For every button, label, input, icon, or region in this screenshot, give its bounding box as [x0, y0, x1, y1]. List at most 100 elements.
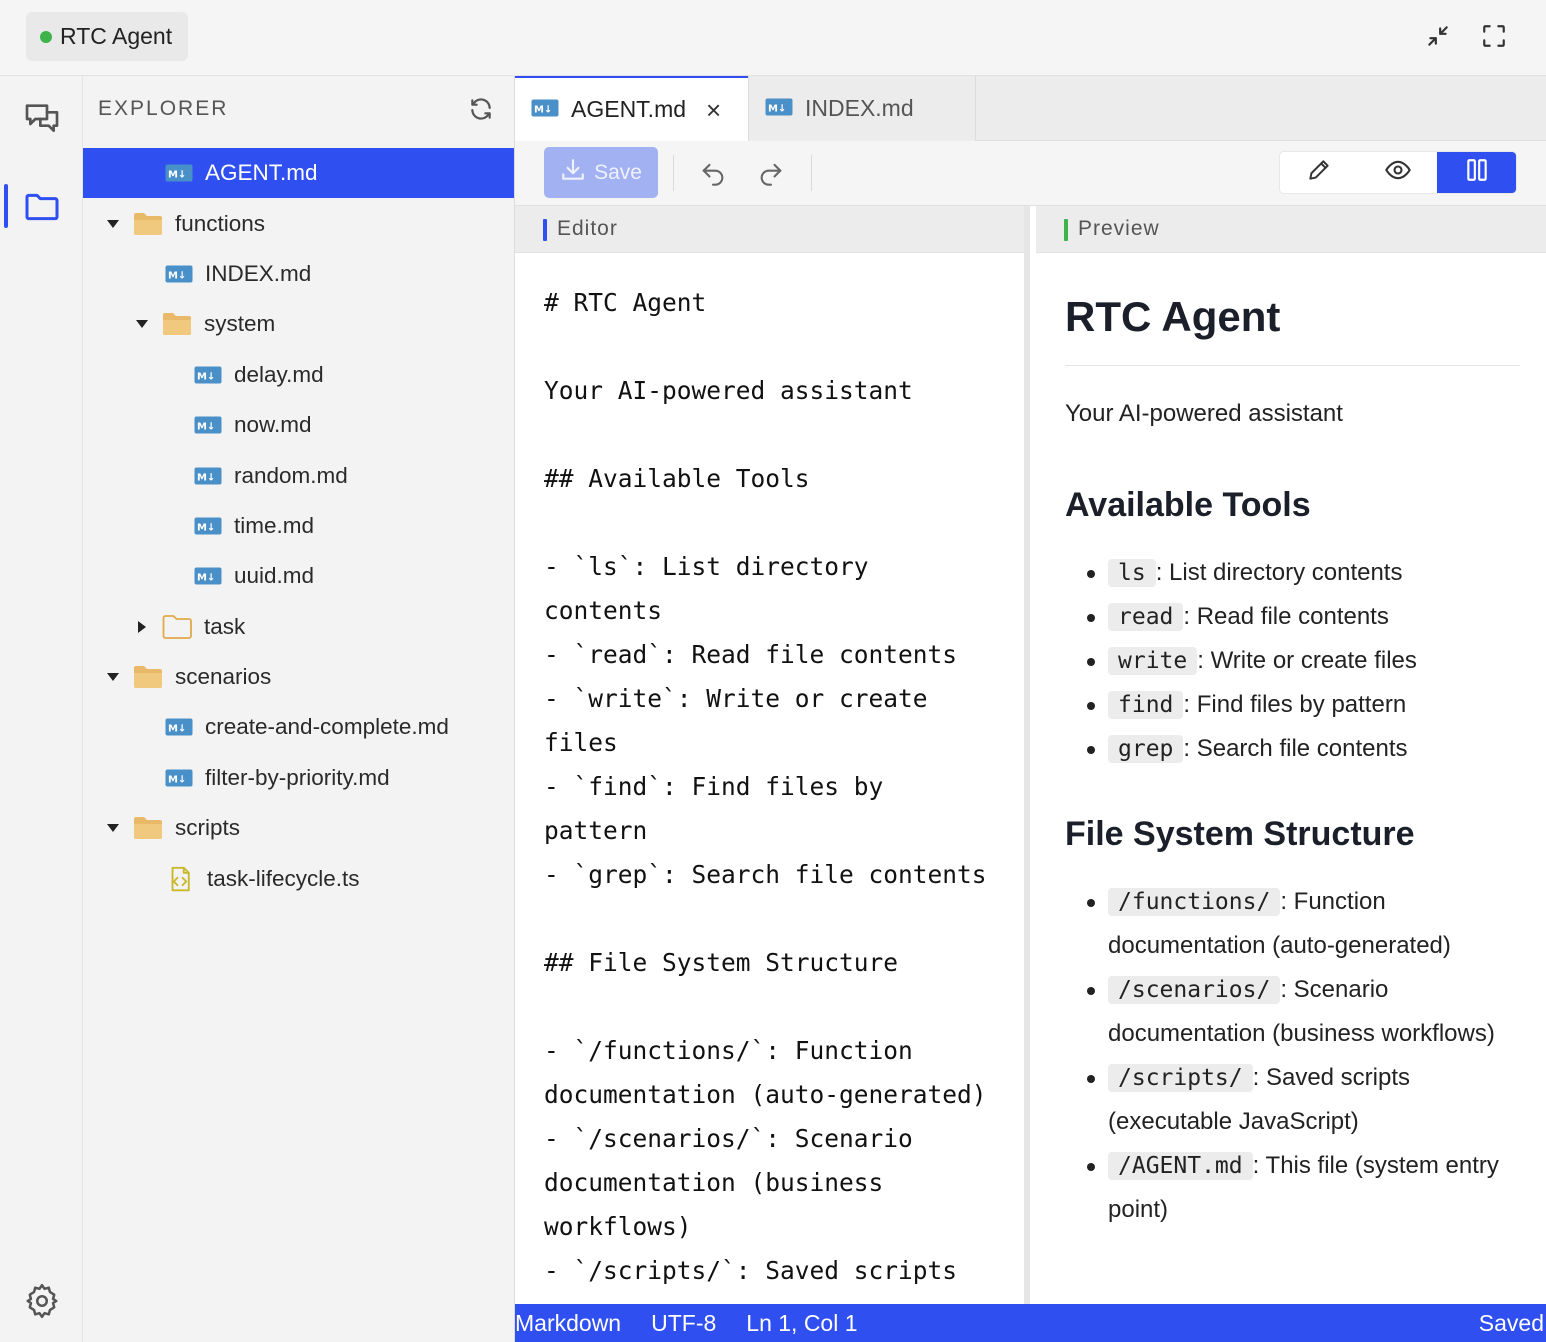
tree-file[interactable]: M↓ uuid.md: [83, 551, 514, 601]
preview-heading-1: RTC Agent: [1065, 293, 1520, 366]
tree-item-label: system: [204, 311, 276, 337]
chevron-down-icon[interactable]: [103, 672, 123, 682]
title-bar: RTC Agent: [0, 0, 1546, 76]
tab-label: AGENT.md: [571, 96, 687, 122]
list-item-text: : List directory contents: [1155, 559, 1403, 586]
redo-icon[interactable]: [751, 153, 791, 193]
chat-icon[interactable]: [0, 84, 83, 154]
split-view-icon: [1464, 157, 1490, 188]
folder-icon[interactable]: [0, 172, 83, 242]
chevron-down-icon[interactable]: [103, 219, 123, 229]
tree-item-label: now.md: [234, 412, 312, 438]
tree-file[interactable]: M↓ AGENT.md: [83, 148, 514, 199]
undo-icon[interactable]: [693, 153, 733, 193]
tree-item-label: scenarios: [175, 664, 272, 690]
inline-code: write: [1108, 647, 1198, 675]
code-editor[interactable]: # RTC Agent Your AI-powered assistant ## A…: [515, 253, 1005, 1293]
tree-item-label: create-and-complete.md: [205, 714, 449, 740]
preview-heading-tools: Available Tools: [1065, 486, 1311, 524]
code-line: - `find`: Find files by: [544, 772, 884, 801]
tree-file[interactable]: M↓ now.md: [83, 400, 514, 450]
code-line: files: [544, 728, 618, 757]
tab-index-md[interactable]: M↓ INDEX.md: [748, 76, 976, 141]
chevron-right-icon[interactable]: [132, 620, 152, 634]
tab-agent-md[interactable]: M↓ AGENT.md ×: [515, 76, 748, 141]
fullscreen-icon[interactable]: [1476, 18, 1512, 54]
typescript-file-icon: [165, 864, 195, 894]
inline-code: grep: [1108, 735, 1184, 763]
svg-text:M↓: M↓: [197, 522, 215, 533]
preview-paragraph: Your AI-powered assistant: [1065, 400, 1343, 427]
tree-file[interactable]: M↓ time.md: [83, 501, 514, 551]
tree-item-label: random.md: [234, 462, 348, 488]
code-line: workflows): [544, 1212, 692, 1241]
tree-folder[interactable]: scripts: [83, 803, 514, 853]
explorer-title: EXPLORER: [98, 97, 229, 120]
status-cursor-position[interactable]: Ln 1, Col 1: [746, 1310, 857, 1337]
list-item-text: : Find files by pattern: [1183, 691, 1407, 718]
code-line: - `grep`: Search file contents: [544, 860, 987, 889]
app-title-pill[interactable]: RTC Agent: [26, 12, 189, 61]
tree-folder[interactable]: system: [83, 299, 514, 349]
tree-item-label: filter-by-priority.md: [205, 764, 390, 790]
inline-code: /AGENT.md: [1108, 1152, 1253, 1180]
inline-code: /scripts/: [1108, 1064, 1253, 1092]
save-label: Save: [594, 160, 642, 184]
tree-item-label: delay.md: [234, 361, 324, 387]
gear-icon[interactable]: [0, 1266, 83, 1336]
svg-text:M↓: M↓: [168, 270, 186, 281]
markdown-file-icon: M↓: [194, 567, 222, 585]
tree-folder[interactable]: functions: [83, 198, 514, 248]
tree-item-label: time.md: [234, 512, 315, 538]
code-line: - `write`: Write or create: [544, 684, 928, 713]
tree-file[interactable]: M↓ INDEX.md: [83, 249, 514, 299]
toolbar-divider: [673, 155, 674, 191]
split-mode-button[interactable]: [1437, 152, 1516, 193]
inline-code: ls: [1108, 559, 1156, 587]
list-item-text: : Search file contents: [1183, 735, 1408, 762]
editor-pane-header: Editor: [515, 206, 1024, 253]
tree-item-label: scripts: [175, 815, 241, 841]
inline-code: /functions/: [1108, 888, 1281, 916]
folder-open-icon: [133, 664, 163, 690]
svg-text:M↓: M↓: [197, 422, 215, 433]
svg-text:M↓: M↓: [197, 371, 215, 382]
tree-file[interactable]: M↓ filter-by-priority.md: [83, 753, 514, 803]
inline-code: /scenarios/: [1108, 976, 1281, 1004]
tree-folder[interactable]: scenarios: [83, 652, 514, 702]
status-encoding[interactable]: UTF-8: [651, 1310, 716, 1337]
view-mode-toggle: [1279, 151, 1517, 194]
tree-file[interactable]: M↓ delay.md: [83, 350, 514, 400]
markdown-file-icon: M↓: [765, 95, 793, 122]
app-title: RTC Agent: [60, 23, 173, 49]
code-line: documentation (auto-generated): [544, 1080, 987, 1109]
list-item: find: Find files by pattern: [1087, 683, 1520, 727]
code-line: - `/scenarios/`: Scenario: [544, 1124, 913, 1153]
tab-label: INDEX.md: [805, 95, 914, 121]
markdown-file-icon: M↓: [531, 96, 559, 123]
status-language[interactable]: Markdown: [515, 1310, 621, 1337]
list-item: /scripts/: Saved scripts (executable Jav…: [1087, 1056, 1520, 1144]
save-button[interactable]: Save: [544, 147, 658, 198]
chevron-down-icon[interactable]: [132, 319, 152, 329]
preview-mode-button[interactable]: [1359, 152, 1438, 193]
pencil-icon: [1306, 157, 1332, 188]
markdown-file-icon: M↓: [165, 769, 193, 787]
tools-list: ls: List directory contents read: Read fi…: [1065, 551, 1520, 771]
tree-folder[interactable]: task: [83, 602, 514, 652]
tree-file[interactable]: M↓ random.md: [83, 450, 514, 500]
list-item: /functions/: Function documentation (aut…: [1087, 880, 1520, 968]
chevron-down-icon[interactable]: [103, 823, 123, 833]
collapse-icon[interactable]: [1420, 18, 1456, 54]
list-item: read: Read file contents: [1087, 595, 1520, 639]
tab-bar: M↓ AGENT.md × M↓ INDEX.md: [515, 76, 1546, 141]
inline-code: read: [1108, 603, 1184, 631]
tree-file[interactable]: M↓ create-and-complete.md: [83, 702, 514, 752]
close-icon[interactable]: ×: [706, 97, 721, 123]
edit-mode-button[interactable]: [1280, 152, 1359, 193]
tree-file[interactable]: task-lifecycle.ts: [83, 853, 514, 903]
refresh-icon[interactable]: [466, 94, 496, 124]
fs-list: /functions/: Function documentation (aut…: [1065, 880, 1520, 1232]
